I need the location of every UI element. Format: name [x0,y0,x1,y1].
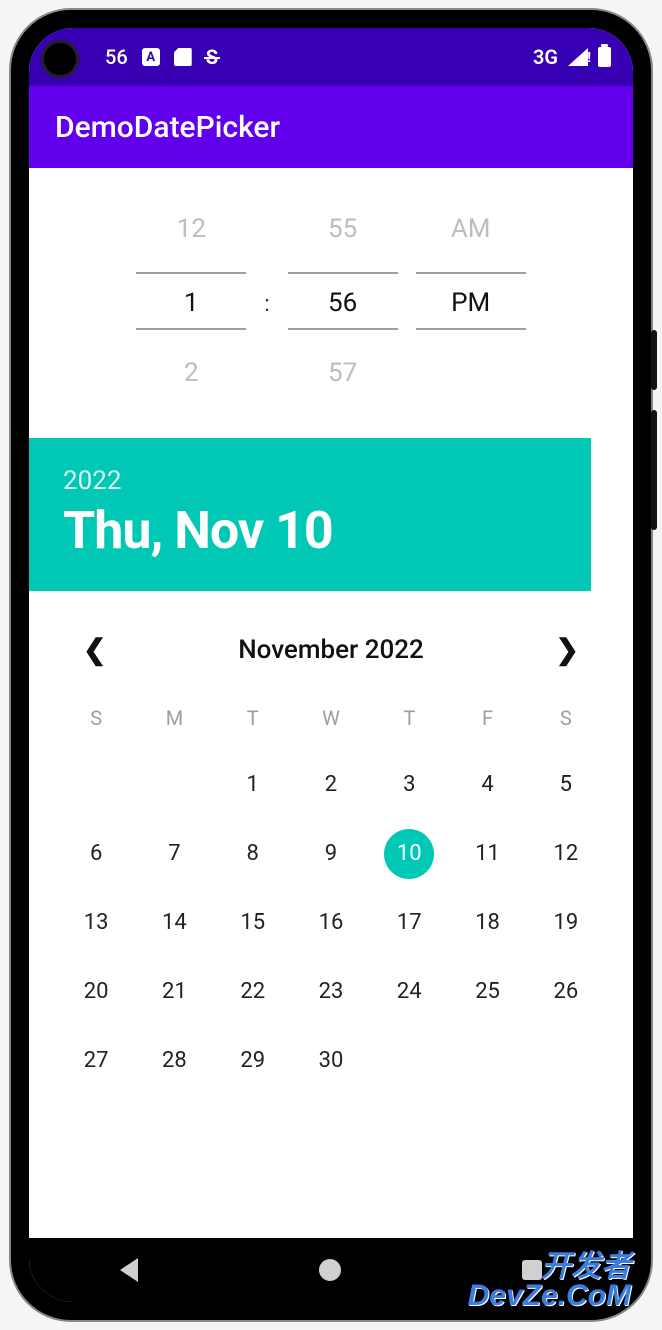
front-camera [41,40,79,78]
battery-icon [598,47,611,67]
sd-card-icon [174,48,192,66]
calendar-day[interactable]: 19 [527,900,605,945]
ampm-selected[interactable]: PM [416,272,526,330]
hour-prev[interactable]: 12 [136,200,246,258]
calendar-day[interactable]: 2 [292,762,370,807]
calendar-day[interactable]: 12 [527,831,605,876]
calendar-title: November 2022 [238,635,424,665]
calendar-day[interactable]: 15 [214,900,292,945]
calendar: ❮ November 2022 ❯ SMTWTFS123456789101112… [29,591,633,1109]
calendar-day[interactable]: 7 [135,831,213,876]
day-of-week-header: T [214,698,292,738]
calendar-header: ❮ November 2022 ❯ [57,617,605,698]
ampm-prev[interactable]: AM [416,200,526,258]
calendar-day[interactable]: 29 [214,1038,292,1083]
calendar-day[interactable]: 4 [448,762,526,807]
day-of-week-header: T [370,698,448,738]
side-button-2 [651,410,657,530]
day-of-week-header: S [527,698,605,738]
status-right: 3G [533,45,611,69]
minute-spinner[interactable]: 55 56 57 [288,200,398,402]
status-bar: 56 A S 3G [29,28,633,86]
app-title: DemoDatePicker [55,110,280,145]
day-of-week-header: F [448,698,526,738]
phone-frame: 56 A S 3G DemoDatePicker 12 1 2 [11,10,651,1320]
nav-back-button[interactable] [120,1258,138,1282]
calendar-empty-cell [135,762,213,807]
minute-next[interactable]: 57 [288,344,398,402]
minute-prev[interactable]: 55 [288,200,398,258]
status-time: 56 [105,45,128,69]
calendar-day[interactable]: 22 [214,969,292,1014]
day-of-week-header: W [292,698,370,738]
network-type: 3G [533,45,558,69]
time-picker: 12 1 2 : 55 56 57 AM PM [29,168,633,438]
time-separator: : [264,292,269,317]
calendar-day[interactable]: 5 [527,762,605,807]
nav-recent-button[interactable] [522,1260,542,1280]
calendar-day[interactable]: 21 [135,969,213,1014]
calendar-day[interactable]: 24 [370,969,448,1014]
calendar-day[interactable]: 3 [370,762,448,807]
calendar-day[interactable]: 23 [292,969,370,1014]
calendar-day[interactable]: 18 [448,900,526,945]
calendar-day[interactable]: 20 [57,969,135,1014]
calendar-day[interactable]: 13 [57,900,135,945]
ampm-next[interactable] [416,344,526,402]
hour-spinner[interactable]: 12 1 2 [136,200,246,402]
calendar-day[interactable]: 30 [292,1038,370,1083]
phone-screen: 56 A S 3G DemoDatePicker 12 1 2 [29,28,633,1302]
keyboard-icon: A [142,48,160,66]
hour-selected[interactable]: 1 [136,272,246,330]
side-button-1 [651,330,657,390]
app-bar: DemoDatePicker [29,86,633,168]
ampm-spinner[interactable]: AM PM [416,200,526,402]
calendar-grid: SMTWTFS123456789101112131415161718192021… [57,698,605,1083]
sync-off-icon: S [206,45,218,69]
day-of-week-header: M [135,698,213,738]
calendar-day[interactable]: 6 [57,831,135,876]
calendar-day[interactable]: 26 [527,969,605,1014]
calendar-day[interactable]: 17 [370,900,448,945]
nav-home-button[interactable] [319,1259,341,1281]
next-month-button[interactable]: ❯ [546,627,589,672]
calendar-day[interactable]: 14 [135,900,213,945]
hour-next[interactable]: 2 [136,344,246,402]
calendar-day[interactable]: 10 [370,831,448,876]
day-of-week-header: S [57,698,135,738]
status-left: 56 A S [105,45,218,69]
header-year[interactable]: 2022 [63,466,557,496]
calendar-day[interactable]: 28 [135,1038,213,1083]
signal-icon [568,48,588,66]
calendar-day[interactable]: 25 [448,969,526,1014]
calendar-day[interactable]: 11 [448,831,526,876]
calendar-day[interactable]: 8 [214,831,292,876]
date-picker-header: 2022 Thu, Nov 10 [29,438,591,591]
calendar-day[interactable]: 16 [292,900,370,945]
header-date[interactable]: Thu, Nov 10 [63,500,557,561]
calendar-day[interactable]: 9 [292,831,370,876]
content-area: 12 1 2 : 55 56 57 AM PM 2022 [29,168,633,1238]
minute-selected[interactable]: 56 [288,272,398,330]
navigation-bar [29,1238,633,1302]
prev-month-button[interactable]: ❮ [73,627,116,672]
calendar-empty-cell [57,762,135,807]
calendar-day[interactable]: 1 [214,762,292,807]
calendar-day[interactable]: 27 [57,1038,135,1083]
